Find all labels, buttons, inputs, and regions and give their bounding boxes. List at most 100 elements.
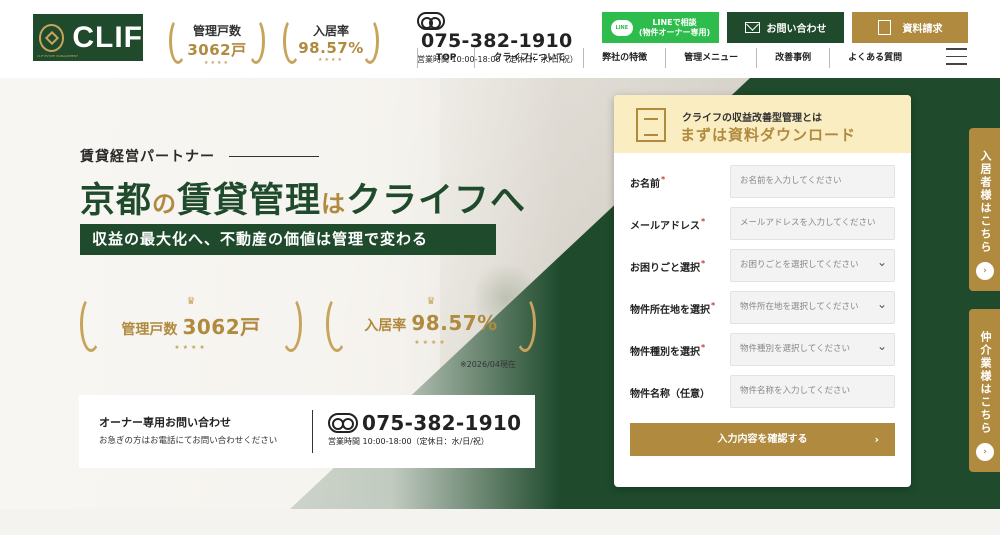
side-tab-label: 仲介業様はこちら [979, 331, 992, 435]
form-row-name: お名前* お名前を入力してください [630, 165, 895, 198]
title-part-no: の [152, 189, 178, 218]
site-header: CLIF CLIF ESTATE MANAGEMENT 管理戸数 3062戸 ★… [0, 0, 1000, 78]
contact-button[interactable]: お問い合わせ [727, 12, 844, 43]
crown-icon: ♛ [426, 296, 436, 307]
property-type-select[interactable]: 物件種別を選択してください [730, 333, 895, 366]
as-of-date: ※2026/04現在 [460, 360, 516, 369]
title-part-kyoto: 京都 [80, 180, 153, 221]
badge-label: 入居率 [364, 318, 407, 334]
global-nav: TOP クライフについて 弊社の特徴 管理メニュー 改善事例 よくある質問 [417, 48, 937, 68]
form-row-email: メールアドレス* メールアドレスを入力してください [630, 207, 895, 240]
chevron-right-icon: › [976, 443, 994, 461]
laurel-left-icon [169, 18, 187, 64]
title-part-management: 賃貸管理 [177, 180, 322, 221]
tagline-text: 賃貸経営パートナー [80, 149, 215, 165]
badge-value: 98.57% [411, 311, 498, 335]
required-mark: * [701, 343, 706, 352]
laurel-left-icon [283, 18, 301, 64]
nav-item-features[interactable]: 弊社の特徴 [583, 48, 665, 68]
field-label: メールアドレス* [630, 217, 706, 232]
nav-item-top[interactable]: TOP [417, 48, 474, 68]
submit-label: 入力内容を確認する [717, 434, 808, 445]
badge-stars: ★★★★ [414, 339, 448, 346]
owner-contact-subtitle: お急ぎの方はお電話にてお問い合わせください [99, 436, 278, 446]
logo[interactable]: CLIF CLIF ESTATE MANAGEMENT [33, 14, 143, 61]
nav-item-about[interactable]: クライフについて [474, 48, 583, 68]
field-label: お困りごと選択* [630, 259, 706, 274]
field-label: 物件名称（任意） [630, 389, 710, 400]
mail-icon [744, 22, 760, 33]
property-name-input[interactable]: 物件名称を入力してください [730, 375, 895, 408]
line-label-sub: (物件オーナー専用) [638, 27, 711, 37]
required-mark: * [711, 301, 716, 310]
name-input[interactable]: お名前を入力してください [730, 165, 895, 198]
header-badge-units: 管理戸数 3062戸 ★★★★ [167, 12, 267, 70]
owner-contact-box: オーナー専用お問い合わせ お急ぎの方はお電話にてお問い合わせください 075-3… [79, 395, 535, 468]
tagline-rule [229, 155, 319, 157]
document-request-button[interactable]: 資料請求 [852, 12, 968, 43]
doc-button-label: 資料請求 [902, 24, 943, 35]
nav-item-cases[interactable]: 改善事例 [756, 48, 829, 68]
field-label: お名前* [630, 175, 666, 190]
form-row-property-name: 物件名称（任意） 物件名称を入力してください [630, 375, 895, 408]
next-section-edge [0, 509, 1000, 535]
badge-value: 3062戸 [182, 315, 261, 339]
required-mark: * [701, 259, 706, 268]
required-mark: * [661, 175, 666, 184]
logo-subtext: CLIF ESTATE MANAGEMENT [37, 54, 78, 58]
laurel-right-icon [280, 296, 302, 352]
location-select[interactable]: 物件所在地を選択してください [730, 291, 895, 324]
hero-badge-occupancy: ♛ 入居率 98.57% ★★★★ [326, 296, 536, 356]
contact-button-label: お問い合わせ [766, 24, 827, 35]
laurel-left-icon [80, 296, 102, 352]
hero-tagline: 賃貸経営パートナー [80, 146, 319, 166]
form-header: クライフの収益改善型管理とは まずは資料ダウンロード [614, 95, 911, 153]
line-label-main: LINEで相談 [652, 17, 697, 27]
hamburger-menu-icon[interactable] [946, 48, 967, 65]
document-icon [877, 20, 891, 35]
nav-item-faq[interactable]: よくある質問 [829, 48, 920, 68]
chevron-right-icon: › [874, 433, 879, 446]
title-part-clif: クライフへ [346, 180, 527, 221]
hero-sub-banner: 収益の最大化へ、不動産の価値は管理で変わる [80, 224, 496, 255]
confirm-submit-button[interactable]: 入力内容を確認する › [630, 423, 895, 456]
badge-stars: ★★★★ [174, 344, 208, 351]
laurel-right-icon [361, 18, 379, 64]
freedial-icon [417, 11, 445, 30]
field-label: 物件所在地を選択* [630, 301, 716, 316]
laurel-left-icon [326, 296, 348, 352]
side-tab-brokers[interactable]: 仲介業様はこちら › [969, 309, 1000, 472]
form-row-concern: お困りごと選択* お困りごとを選択してください [630, 249, 895, 282]
required-mark: * [701, 217, 706, 226]
freedial-icon [328, 413, 358, 433]
divider [312, 410, 313, 453]
form-row-location: 物件所在地を選択* 物件所在地を選択してください [630, 291, 895, 324]
line-icon: LINE [610, 19, 633, 36]
phone-number[interactable]: 075-382-1910 [362, 411, 521, 435]
concern-select[interactable]: お困りごとを選択してください [730, 249, 895, 282]
side-tab-label: 入居者様はこちら [979, 150, 992, 254]
form-header-title: まずは資料ダウンロード [680, 126, 857, 144]
logo-emblem-icon [39, 23, 65, 52]
chevron-right-icon: › [976, 262, 994, 280]
header-badge-occupancy: 入居率 98.57% ★★★★ [281, 12, 381, 70]
owner-contact-title: オーナー専用お問い合わせ [99, 416, 231, 429]
line-consult-button[interactable]: LINE LINEで相談 (物件オーナー専用) [602, 12, 719, 43]
nav-item-menu[interactable]: 管理メニュー [665, 48, 756, 68]
owner-phone[interactable]: 075-382-1910 [328, 411, 521, 435]
laurel-right-icon [514, 296, 536, 352]
form-header-subtitle: クライフの収益改善型管理とは [682, 113, 822, 124]
logo-text: CLIF [72, 20, 143, 54]
line-button-label: LINEで相談 (物件オーナー専用) [639, 18, 710, 38]
calculator-document-icon [636, 108, 666, 142]
badge-label: 管理戸数 [121, 322, 178, 338]
side-tab-residents[interactable]: 入居者様はこちら › [969, 128, 1000, 291]
hero-title: 京都の賃貸管理はクライフへ [80, 172, 526, 223]
title-part-wa: は [321, 189, 347, 218]
crown-icon: ♛ [186, 296, 196, 307]
form-row-property-type: 物件種別を選択* 物件種別を選択してください [630, 333, 895, 366]
laurel-right-icon [247, 18, 265, 64]
email-input[interactable]: メールアドレスを入力してください [730, 207, 895, 240]
download-form: クライフの収益改善型管理とは まずは資料ダウンロード お名前* お名前を入力して… [614, 95, 911, 487]
business-hours: 営業時間 10:00-18:00（定休日：水/日/祝） [328, 437, 489, 446]
